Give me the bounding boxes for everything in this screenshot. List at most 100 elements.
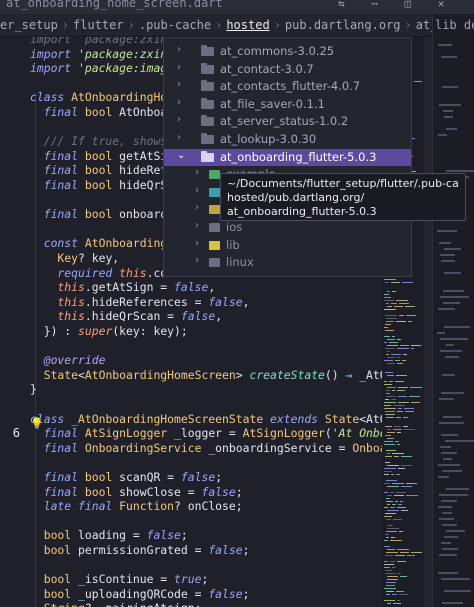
dropdown-item[interactable]: › at_contact-3.0.7 <box>164 61 411 79</box>
code-token: ; <box>215 470 223 484</box>
minimap-line <box>391 354 401 355</box>
chevron-right-icon[interactable]: › <box>177 44 187 55</box>
lightbulb-icon[interactable]: 💡 <box>30 417 44 430</box>
code-token: extends <box>270 411 325 426</box>
code-token: bool <box>84 105 120 119</box>
chevron-right-icon[interactable]: › <box>195 220 199 231</box>
code-line[interactable]: this.hideQrScan = false, <box>30 309 222 324</box>
code-token: super <box>78 324 113 338</box>
minimap-line <box>384 300 394 301</box>
dropdown-item[interactable]: › at_server_status-1.0.2 <box>164 113 411 131</box>
code-line[interactable]: final bool showClose = false; <box>30 485 243 500</box>
minimap-line <box>384 540 388 541</box>
chevron-right-icon[interactable]: › <box>195 238 199 249</box>
minimap-line <box>387 579 398 580</box>
code-line[interactable]: final bool scanQR = false; <box>30 470 222 485</box>
chevron-right-icon[interactable]: › <box>195 202 199 213</box>
right-pane-line <box>444 272 461 274</box>
chevron-right-icon[interactable]: › <box>177 62 187 73</box>
code-line[interactable]: bool _isContinue = true; <box>30 572 209 587</box>
code-token: ; <box>201 572 209 587</box>
minimap-line <box>398 468 405 469</box>
code-token: bool <box>84 163 120 178</box>
chevron-right-icon[interactable]: › <box>195 167 199 178</box>
chevron-right-icon[interactable]: › <box>177 114 187 125</box>
minimap-line <box>386 591 394 592</box>
chevron-right-icon[interactable]: › <box>177 97 187 108</box>
folder-icon <box>201 45 214 56</box>
right-pane-line <box>442 374 455 376</box>
code-line[interactable]: @override <box>30 353 106 368</box>
file-tab[interactable]: at_onboarding_home_screen.dart <box>6 0 223 10</box>
chevron-right-icon[interactable]: › <box>177 79 187 90</box>
minimap-line <box>387 387 396 388</box>
code-token: AtSignLogger <box>84 426 175 441</box>
minimap-line <box>392 594 397 595</box>
minimap-line <box>398 573 401 574</box>
breadcrumb-dropdown[interactable]: › at_commons-3.0.25 › at_contact-3.0.7 › at_c… <box>163 37 412 277</box>
folder-icon <box>209 258 220 268</box>
minimap-line <box>386 354 389 355</box>
code-token: String <box>30 601 85 607</box>
right-pane-line <box>441 542 451 544</box>
minimap-line <box>386 531 397 532</box>
code-line[interactable]: class _AtOnboardingHomeScreenState exten… <box>30 412 382 427</box>
minimap-line <box>385 414 395 415</box>
folder-icon <box>209 170 220 180</box>
minimap-line <box>396 474 400 475</box>
code-line[interactable]: }) : super(key: key); <box>30 324 188 339</box>
scrollbar[interactable] <box>424 37 432 607</box>
code-line[interactable]: final AtSignLogger _logger = AtSignLogge… <box>30 426 382 441</box>
code-token: bool <box>30 528 79 543</box>
dropdown-child-label: ios <box>226 220 243 234</box>
tab-actions[interactable]: ⇆ ⋯ ◫ ✕ <box>338 0 454 10</box>
dropdown-item[interactable]: › at_contacts_flutter-4.0.7 <box>164 78 411 96</box>
minimap-line <box>387 339 395 340</box>
minimap-line <box>398 396 407 397</box>
dropdown-child-item[interactable]: › linux <box>164 254 411 271</box>
code-line[interactable]: State<AtOnboardingHomeScreen> createStat… <box>30 368 382 383</box>
dropdown-item[interactable]: › at_commons-3.0.25 <box>164 43 411 61</box>
code-line[interactable]: bool _uploadingQRCode = false; <box>30 587 250 602</box>
breadcrumb-item-hosted[interactable]: hosted <box>226 14 269 36</box>
code-line[interactable]: this.hideReferences = false, <box>30 295 249 310</box>
chevron-down-icon[interactable]: ⌄ <box>177 150 187 161</box>
minimap-line <box>403 417 408 418</box>
code-line[interactable]: bool loading = false; <box>30 528 188 543</box>
breadcrumb-item-pub-cache[interactable]: .pub-cache <box>139 14 211 36</box>
code-line[interactable]: bool permissionGrated = false; <box>30 543 250 558</box>
dropdown-item[interactable]: › at_file_saver-0.1.1 <box>164 96 411 114</box>
minimap-line <box>411 552 422 553</box>
minimap-line <box>393 519 402 520</box>
minimap-line <box>386 573 396 574</box>
breadcrumb-item-pub-dartlang[interactable]: pub.dartlang.org <box>285 14 401 36</box>
right-pane-line <box>444 116 453 118</box>
right-pane-line <box>442 602 463 604</box>
code-line[interactable]: } <box>30 382 37 397</box>
dropdown-child-item[interactable]: › ios <box>164 219 411 236</box>
minimap-line <box>387 549 395 550</box>
chevron-right-icon[interactable]: › <box>195 255 199 266</box>
minimap-line <box>397 432 401 433</box>
code-line[interactable]: late final Function? onClose; <box>30 499 243 514</box>
chevron-right-icon[interactable]: › <box>195 185 199 196</box>
folder-icon <box>201 62 214 74</box>
code-line[interactable]: final OnboardingService _onboardingServi… <box>30 441 382 456</box>
chevron-right-icon[interactable]: › <box>177 132 187 143</box>
code-token: bool <box>84 178 120 192</box>
dropdown-item[interactable]: ⌄ at_onboarding_flutter-5.0.3 <box>164 148 411 167</box>
code-token: false <box>208 294 243 309</box>
code-line[interactable]: this.getAtSign = false, <box>30 280 215 295</box>
code-line[interactable]: Key? key, <box>30 251 119 266</box>
right-pane-breadcrumb[interactable]: lib de <box>435 18 474 32</box>
folder-icon <box>209 187 220 197</box>
code-line[interactable]: String? _pairingAtsign; <box>30 601 202 607</box>
breadcrumb-item-flutter[interactable]: flutter <box>73 14 124 36</box>
breadcrumb-item-er-setup[interactable]: er_setup <box>0 14 58 36</box>
minimap-line <box>384 516 392 517</box>
dropdown-child-label: linux <box>226 255 254 270</box>
right-pane-line <box>438 464 460 466</box>
dropdown-child-item[interactable]: › lib <box>164 237 411 254</box>
minimap-line <box>384 483 390 484</box>
dropdown-item[interactable]: › at_lookup-3.0.30 <box>164 131 411 149</box>
